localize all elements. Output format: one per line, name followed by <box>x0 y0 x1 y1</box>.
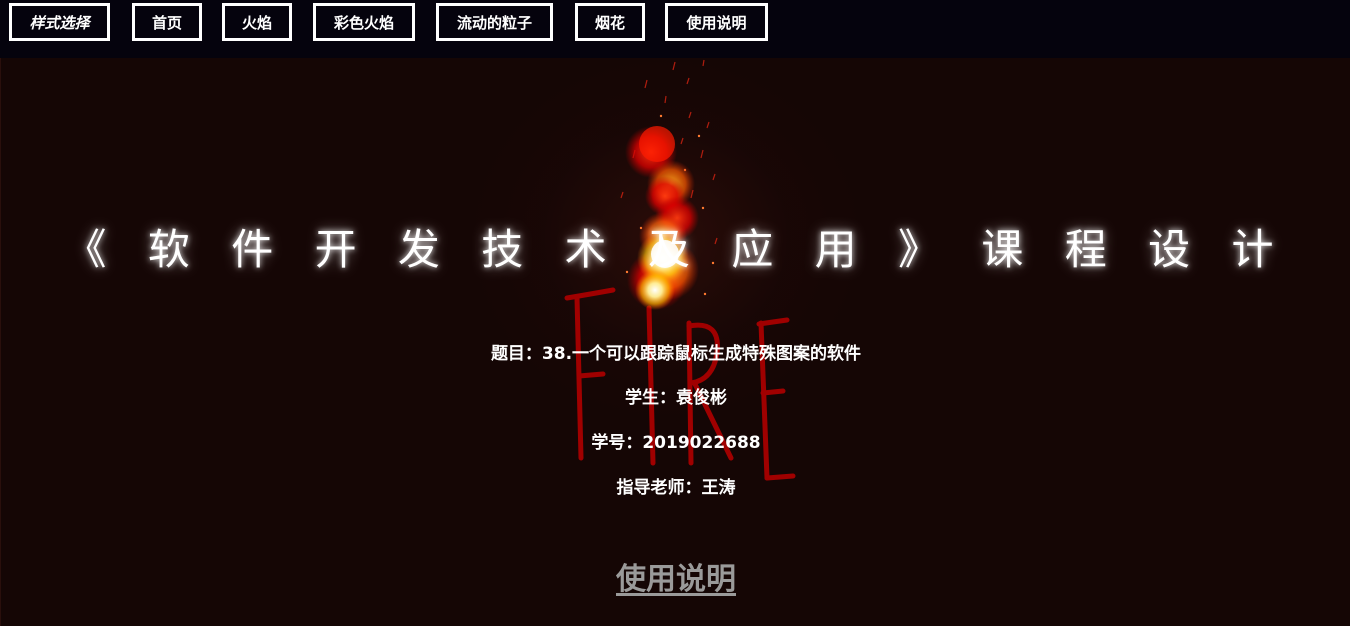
nav-flame-button[interactable]: 火焰 <box>222 3 292 41</box>
course-design-title: 《 软 件 开 发 技 术 及 应 用 》 课 程 设 计 <box>64 225 1288 274</box>
nav-fireworks-button[interactable]: 烟花 <box>575 3 645 41</box>
student-name-text: 学生：袁俊彬 <box>625 388 727 408</box>
nav-flowing-particles-button[interactable]: 流动的粒子 <box>436 3 553 41</box>
advisor-text: 指导老师：王涛 <box>616 478 736 498</box>
nav-home-button[interactable]: 首页 <box>132 3 202 41</box>
nav-color-flame-button[interactable]: 彩色火焰 <box>313 3 415 41</box>
topic-text: 题目：38.一个可以跟踪鼠标生成特殊图案的软件 <box>490 344 862 364</box>
instructions-link[interactable]: 使用说明 <box>1 554 1350 598</box>
nav-instructions-button[interactable]: 使用说明 <box>665 3 768 41</box>
nav-style-select-button[interactable]: 样式选择 <box>9 3 110 41</box>
fire-canvas-area[interactable]: 《 软 件 开 发 技 术 及 应 用 》 课 程 设 计 题目：38.一个可以… <box>0 58 1350 626</box>
top-nav-bar: 样式选择 首页 火焰 彩色火焰 流动的粒子 烟花 使用说明 <box>0 0 1350 58</box>
student-id-text: 学号：2019022688 <box>591 433 761 453</box>
